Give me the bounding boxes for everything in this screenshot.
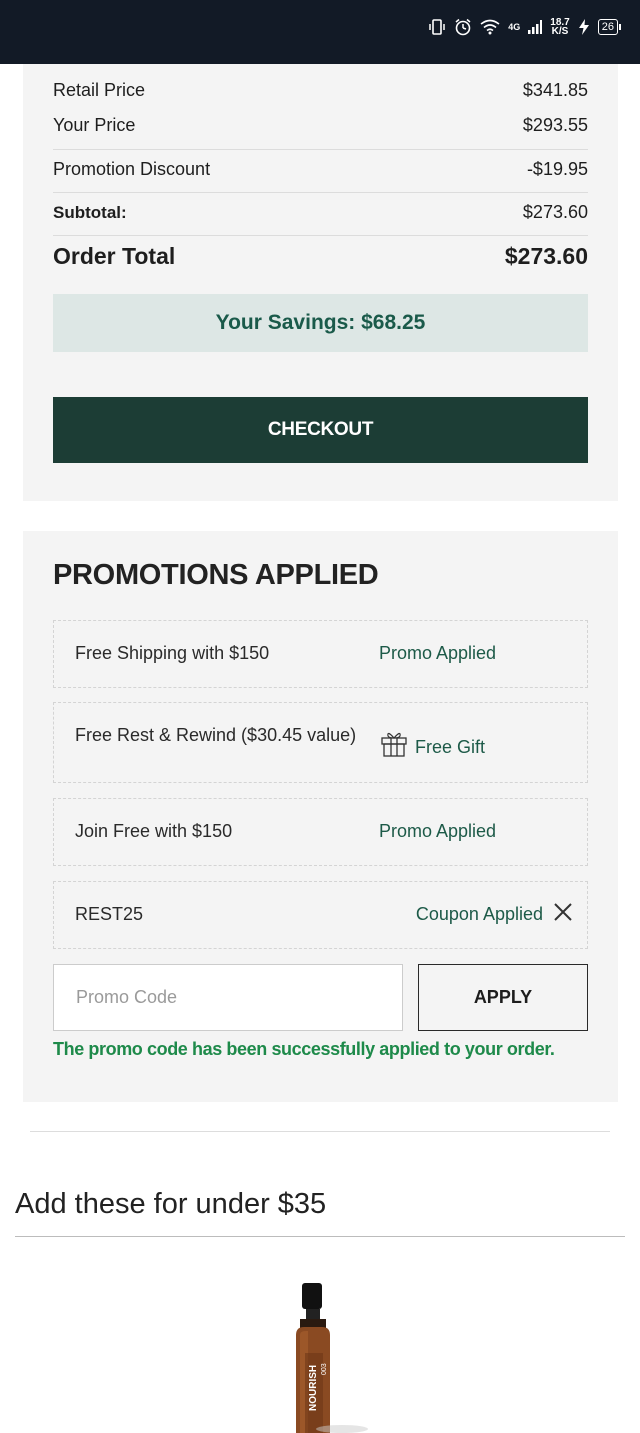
retail-price-value: $341.85 — [522, 80, 588, 100]
promo-item: Join Free with $150 Promo Applied — [53, 798, 588, 866]
your-price-row: Your Price $293.55 — [53, 115, 588, 136]
retail-price-row: Retail Price $341.85 — [53, 80, 588, 101]
order-total-row: Order Total $273.60 — [53, 243, 588, 270]
order-total-value: $273.60 — [504, 243, 588, 269]
promo-code-input[interactable] — [53, 964, 403, 1031]
savings-banner: Your Savings: $68.25 — [53, 294, 588, 352]
signal-icon — [528, 20, 543, 34]
upsell-title: Add these for under $35 — [15, 1188, 327, 1220]
promo-item: Free Rest & Rewind ($30.45 value) Free G… — [53, 702, 588, 783]
promo-name: Free Rest & Rewind ($30.45 value) — [75, 725, 357, 745]
promo-status: Promo Applied — [379, 821, 497, 841]
promo-name: Free Shipping with $150 — [75, 643, 270, 663]
divider — [30, 1131, 610, 1132]
promotions-card: PROMOTIONS APPLIED Free Shipping with $1… — [23, 531, 618, 1102]
promotions-title: PROMOTIONS APPLIED — [53, 559, 379, 591]
alarm-icon — [454, 18, 472, 36]
promotion-discount-label: Promotion Discount — [53, 159, 211, 179]
promo-success-message: The promo code has been successfully app… — [53, 1039, 555, 1059]
network-speed: 18.7 K/S — [550, 17, 570, 37]
subtotal-row: Subtotal: $273.60 — [53, 202, 588, 223]
divider — [53, 149, 588, 150]
product-bottle-image: NOURISH 003 — [296, 1283, 368, 1433]
promo-item: Free Shipping with $150 Promo Applied — [53, 620, 588, 688]
divider — [53, 235, 588, 236]
free-gift-label: Free Gift — [415, 737, 486, 757]
promotion-discount-row: Promotion Discount -$19.95 — [53, 159, 588, 180]
retail-price-label: Retail Price — [53, 80, 146, 100]
coupon-status-label: Coupon Applied — [415, 904, 543, 924]
order-total-label: Order Total — [53, 243, 176, 269]
divider — [53, 192, 588, 193]
coupon-code: REST25 — [75, 904, 144, 924]
subtotal-value: $273.60 — [522, 202, 588, 222]
status-bar: 4G 18.7 K/S 26 — [0, 0, 640, 64]
close-icon[interactable] — [553, 902, 573, 927]
promo-name: Join Free with $150 — [75, 821, 233, 841]
wifi-icon — [480, 19, 500, 35]
your-price-label: Your Price — [53, 115, 136, 135]
your-price-value: $293.55 — [522, 115, 588, 135]
product-label: NOURISH — [308, 1365, 319, 1411]
network-type: 4G — [508, 21, 521, 32]
apply-button[interactable]: APPLY — [418, 964, 588, 1031]
order-summary-card: Retail Price $341.85 Your Price $293.55 … — [23, 64, 618, 501]
charging-icon — [578, 19, 590, 35]
promo-status: Coupon Applied — [416, 902, 573, 927]
subtotal-label: Subtotal: — [53, 202, 127, 222]
checkout-button[interactable]: CHECKOUT — [53, 397, 588, 463]
status-icons: 4G 18.7 K/S 26 — [428, 14, 622, 40]
battery-indicator: 26 — [597, 19, 622, 35]
upsell-divider — [15, 1236, 625, 1237]
promo-item: REST25 Coupon Applied — [53, 881, 588, 949]
promo-status: Promo Applied — [379, 643, 497, 663]
product-label-small: 003 — [321, 1363, 328, 1375]
promo-status: Free Gift — [379, 727, 485, 758]
product-image[interactable]: NOURISH 003 — [280, 1283, 370, 1433]
promotion-discount-value: -$19.95 — [526, 159, 588, 179]
vibrate-icon — [428, 19, 446, 35]
gift-icon — [379, 728, 409, 758]
